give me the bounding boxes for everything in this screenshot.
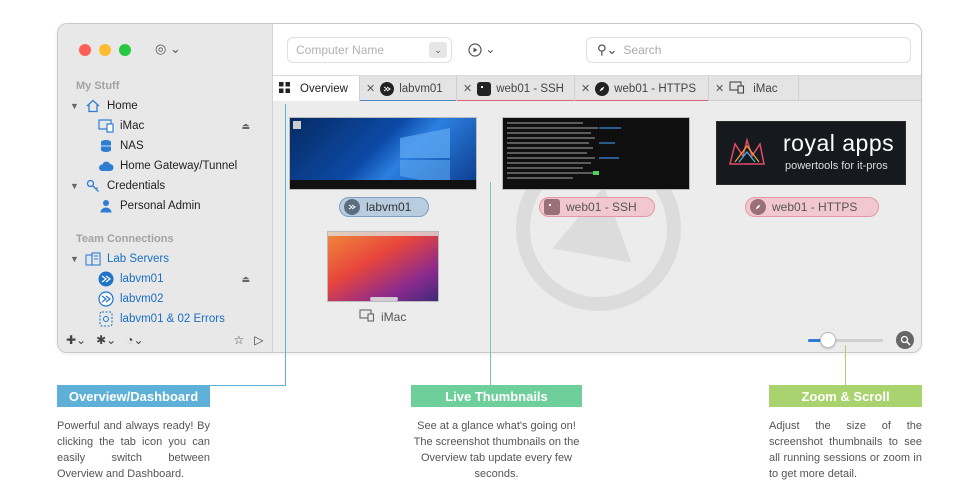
- callout-thumbnails-title: Live Thumbnails: [411, 385, 582, 407]
- callout-thumbnails-text: See at a glance what's going on! The scr…: [413, 420, 580, 480]
- magnifier-icon[interactable]: [896, 331, 914, 349]
- callout-zoom-title: Zoom & Scroll: [769, 385, 922, 407]
- callout-overview-title: Overview/Dashboard: [57, 385, 210, 407]
- grid-icon[interactable]: [279, 81, 290, 96]
- caption-labvm01[interactable]: labvm01: [339, 197, 429, 217]
- sidebar: ◎ ⌄ My Stuff ▼ Home iMac ⏏ NAS Home Gate…: [58, 24, 273, 352]
- callout-line-overview-h: [209, 385, 286, 386]
- eject-icon[interactable]: ⏏: [241, 274, 250, 285]
- royal-apps-tagline: powertools for it-pros: [785, 160, 888, 172]
- callout-line-thumbnails: [490, 182, 491, 386]
- sidebar-item-labvm01[interactable]: labvm01: [98, 269, 163, 289]
- close-icon[interactable]: ✕: [463, 82, 472, 95]
- thumbnail-labvm01[interactable]: [289, 117, 477, 190]
- royal-apps-title: royal apps: [783, 130, 895, 156]
- computer-name-input[interactable]: Computer Name ⌄: [287, 37, 452, 63]
- monitor-icon: [729, 80, 745, 97]
- tab-imac[interactable]: ✕ iMac: [709, 76, 799, 101]
- main-area: Computer Name ⌄ ⌄ ⚲⌄ Search Overview ✕ l…: [273, 24, 921, 352]
- thumbnail-web01-https[interactable]: royal apps powertools for it-pros: [716, 121, 906, 185]
- compass-icon: [750, 199, 766, 215]
- thumbnail-imac[interactable]: [327, 231, 439, 302]
- dynamic-folder-icon: [98, 311, 114, 327]
- tab-bar: Overview ✕ labvm01 ✕ web01 - SSH ✕ web01…: [273, 76, 921, 102]
- callout-zoom-text: Adjust the size of the screenshot thumbn…: [769, 420, 922, 480]
- close-icon[interactable]: ✕: [715, 82, 724, 95]
- caption-web01-ssh[interactable]: web01 - SSH: [539, 197, 655, 217]
- sidebar-item-home[interactable]: ▼ Home: [70, 96, 138, 116]
- monitor-icon: [359, 309, 375, 325]
- toolbar: Computer Name ⌄ ⌄ ⚲⌄ Search: [273, 24, 921, 76]
- caption-web01-https[interactable]: web01 - HTTPS: [745, 197, 879, 217]
- search-icon: ⚲⌄: [597, 42, 618, 57]
- royal-logo-watermark-mark: [552, 179, 644, 263]
- sidebar-item-personal-admin[interactable]: Personal Admin: [98, 196, 201, 216]
- sidebar-item-gateway[interactable]: Home Gateway/Tunnel: [98, 156, 237, 176]
- rdp-icon: [98, 291, 114, 307]
- search-input[interactable]: ⚲⌄ Search: [586, 37, 911, 63]
- key-icon: [85, 178, 101, 194]
- callout-line-overview: [285, 104, 286, 386]
- eject-icon[interactable]: ⏏: [241, 121, 250, 132]
- rdp-icon: [344, 199, 360, 215]
- chevron-down-icon[interactable]: ▼: [70, 254, 80, 264]
- sidebar-item-labvm02[interactable]: labvm02: [98, 289, 163, 309]
- cloud-icon: [98, 158, 114, 174]
- callout-overview-text: Powerful and always ready! By clicking t…: [57, 420, 210, 480]
- sidebar-footer: ✚⌄ ✱⌄ ◔⌄ ☆ ▷: [58, 326, 273, 352]
- gear-icon[interactable]: ✱⌄: [96, 333, 116, 347]
- star-icon[interactable]: ☆: [234, 333, 245, 347]
- thumbnail-web01-ssh[interactable]: [502, 117, 690, 190]
- user-icon: [98, 198, 114, 214]
- add-icon[interactable]: ✚⌄: [66, 333, 86, 347]
- database-icon: [98, 138, 114, 154]
- tab-web01-ssh[interactable]: ✕ web01 - SSH: [457, 76, 575, 102]
- building-icon: [85, 251, 101, 267]
- section-team-connections: Team Connections: [76, 233, 174, 245]
- play-menu-icon[interactable]: ⌄: [468, 42, 495, 57]
- chevron-down-icon[interactable]: ⌄: [429, 42, 447, 58]
- terminal-icon: [544, 199, 560, 215]
- close-window-button[interactable]: [79, 44, 91, 56]
- chevron-down-icon[interactable]: ▼: [70, 181, 80, 191]
- sidebar-item-lab-servers[interactable]: ▼ Lab Servers: [70, 249, 169, 269]
- sidebar-item-nas[interactable]: NAS: [98, 136, 144, 156]
- close-icon[interactable]: ✕: [581, 82, 590, 95]
- sync-icon[interactable]: ◔⌄: [126, 333, 143, 347]
- tab-web01-https[interactable]: ✕ web01 - HTTPS: [575, 76, 709, 102]
- tab-labvm01[interactable]: ✕ labvm01: [360, 76, 457, 102]
- compass-icon: [595, 81, 610, 96]
- home-icon: [85, 98, 101, 114]
- target-menu-icon[interactable]: ◎ ⌄: [155, 41, 181, 57]
- caption-imac[interactable]: iMac: [355, 307, 425, 327]
- close-icon[interactable]: ✕: [366, 82, 375, 95]
- callout-line-zoom: [845, 345, 846, 386]
- minimize-window-button[interactable]: [99, 44, 111, 56]
- sidebar-item-credentials[interactable]: ▼ Credentials: [70, 176, 165, 196]
- rdp-icon: [98, 271, 114, 287]
- section-my-stuff: My Stuff: [76, 80, 120, 92]
- zoom-window-button[interactable]: [119, 44, 131, 56]
- monitor-icon: [98, 118, 114, 134]
- rdp-icon: [380, 81, 395, 96]
- sidebar-item-imac[interactable]: iMac: [98, 116, 144, 136]
- royal-crown-icon: [729, 137, 765, 165]
- terminal-icon: [477, 81, 492, 96]
- chevron-down-icon[interactable]: ▼: [70, 101, 80, 111]
- play-icon[interactable]: ▷: [254, 333, 263, 347]
- zoom-slider-knob[interactable]: [820, 332, 836, 348]
- tab-overview[interactable]: Overview: [273, 76, 360, 101]
- overview-panel: labvm01 web01 - SSH royal apps powertool…: [273, 101, 921, 352]
